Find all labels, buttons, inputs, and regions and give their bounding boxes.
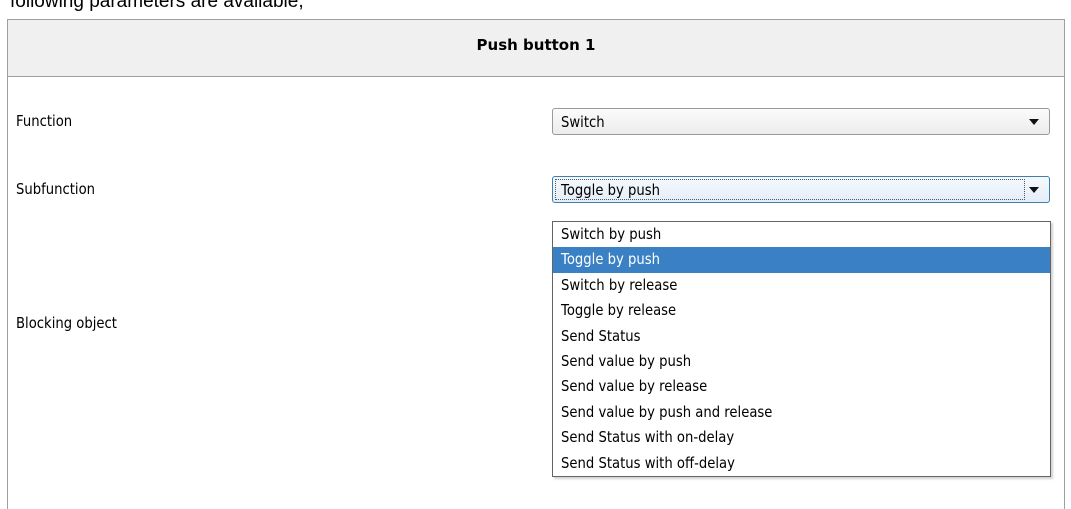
- subfunction-combobox[interactable]: Toggle by push: [552, 176, 1050, 203]
- chevron-down-icon[interactable]: [1029, 187, 1039, 193]
- chevron-down-icon[interactable]: [1029, 119, 1039, 125]
- dropdown-option[interactable]: Send Status with on-delay: [553, 425, 1050, 450]
- dropdown-option[interactable]: Send Status: [553, 324, 1050, 349]
- function-label: Function: [16, 112, 73, 130]
- dropdown-option[interactable]: Toggle by release: [553, 298, 1050, 323]
- blocking-object-label: Blocking object: [16, 314, 117, 332]
- subfunction-value: Toggle by push: [561, 181, 661, 199]
- panel-title: Push button 1: [476, 36, 596, 54]
- dropdown-option[interactable]: Send Status with off-delay: [553, 451, 1050, 476]
- dropdown-option[interactable]: Send value by push and release: [553, 400, 1050, 425]
- document-caption: following parameters are available,: [10, 0, 304, 12]
- subfunction-label: Subfunction: [16, 180, 96, 198]
- dropdown-option[interactable]: Switch by release: [553, 273, 1050, 298]
- subfunction-dropdown-list[interactable]: Switch by push Toggle by push Switch by …: [552, 221, 1051, 477]
- dropdown-option[interactable]: Switch by push: [553, 222, 1050, 247]
- dropdown-option[interactable]: Send value by push: [553, 349, 1050, 374]
- dropdown-option-selected[interactable]: Toggle by push: [553, 247, 1050, 273]
- panel-header: Push button 1: [8, 20, 1064, 77]
- dropdown-option[interactable]: Send value by release: [553, 374, 1050, 399]
- parameter-panel: Push button 1 Function Switch Subfunctio…: [7, 19, 1065, 509]
- function-value: Switch: [561, 113, 605, 131]
- function-combobox[interactable]: Switch: [552, 108, 1050, 135]
